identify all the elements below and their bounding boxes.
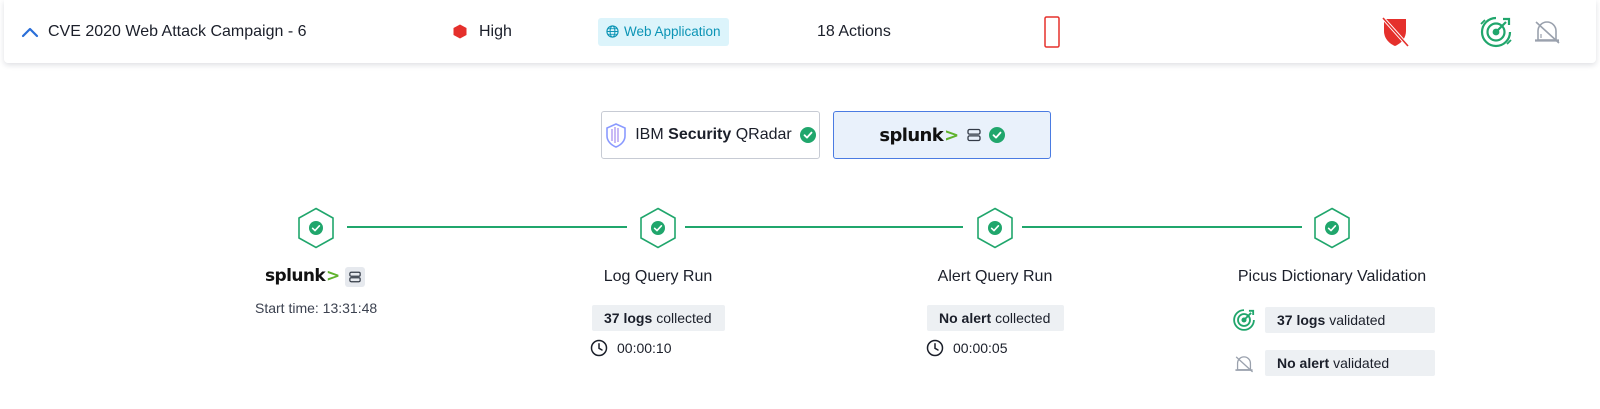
step-title-validation: Picus Dictionary Validation bbox=[1237, 268, 1427, 285]
hexagon-check-icon bbox=[1314, 207, 1350, 249]
server-icon bbox=[349, 271, 361, 283]
alert-off-icon bbox=[1535, 20, 1560, 44]
shield-off-icon bbox=[1381, 16, 1410, 47]
category-tag-label: Web Application bbox=[624, 24, 721, 39]
category-tag-wrap: Web Application bbox=[598, 0, 729, 63]
prevention-status-button[interactable] bbox=[1380, 0, 1410, 63]
qradar-logo-icon bbox=[606, 123, 627, 148]
server-icon bbox=[966, 128, 981, 142]
qradar-label: IBM Security QRadar bbox=[635, 126, 792, 143]
step-title-alert-query: Alert Query Run bbox=[937, 268, 1053, 285]
severity-label: High bbox=[479, 22, 512, 40]
start-time: Start time: 13:31:48 bbox=[255, 300, 378, 316]
globe-icon bbox=[606, 25, 619, 38]
alerts-validated-pill: No alert validated bbox=[1265, 350, 1435, 376]
log-query-duration: 00:00:10 bbox=[590, 339, 672, 357]
logs-collected-pill: 37 logs collected bbox=[592, 305, 725, 331]
validation-logs-icon-wrap bbox=[1232, 308, 1256, 332]
clock-icon bbox=[590, 339, 608, 357]
target-icon bbox=[1233, 309, 1255, 331]
integration-qradar-tab[interactable]: IBM Security QRadar bbox=[601, 111, 820, 159]
check-circle-icon bbox=[988, 127, 1005, 143]
step-title-log-query: Log Query Run bbox=[603, 268, 713, 285]
hexagon-check-icon bbox=[977, 207, 1013, 249]
chevron-up-icon bbox=[21, 27, 39, 37]
target-icon bbox=[1480, 16, 1512, 47]
pipeline-connector bbox=[347, 226, 627, 228]
alerts-collected-pill: No alert collected bbox=[927, 305, 1064, 331]
actions-count: 18 Actions bbox=[817, 22, 891, 40]
campaign-header: CVE 2020 Web Attack Campaign - 6 High We… bbox=[4, 0, 1596, 63]
alert-validation-button[interactable] bbox=[1532, 0, 1562, 63]
integration-splunk-tab[interactable]: splunk > bbox=[833, 111, 1051, 159]
collapse-button[interactable] bbox=[18, 0, 42, 63]
pipeline-connector bbox=[685, 226, 963, 228]
hexagon-check-icon bbox=[640, 207, 676, 249]
category-tag[interactable]: Web Application bbox=[598, 17, 729, 46]
alert-query-duration: 00:00:05 bbox=[926, 339, 1008, 357]
campaign-title: CVE 2020 Web Attack Campaign - 6 bbox=[48, 22, 307, 40]
device-button[interactable] bbox=[1043, 0, 1061, 63]
severity-indicator: High bbox=[453, 0, 512, 63]
severity-hexagon-icon bbox=[453, 24, 467, 39]
clock-icon bbox=[926, 339, 944, 357]
validation-alert-icon-wrap bbox=[1233, 354, 1255, 374]
log-validation-button[interactable] bbox=[1478, 0, 1514, 63]
alert-off-icon bbox=[1235, 356, 1254, 373]
hexagon-check-icon bbox=[298, 207, 334, 249]
source-splunk-logo: splunk > bbox=[265, 266, 340, 286]
logs-validated-pill: 37 logs validated bbox=[1265, 307, 1435, 333]
pipeline-connector bbox=[1022, 226, 1302, 228]
server-badge bbox=[345, 267, 365, 287]
mobile-device-icon bbox=[1044, 15, 1060, 48]
splunk-logo: splunk > bbox=[879, 124, 959, 146]
check-circle-icon bbox=[799, 127, 816, 143]
